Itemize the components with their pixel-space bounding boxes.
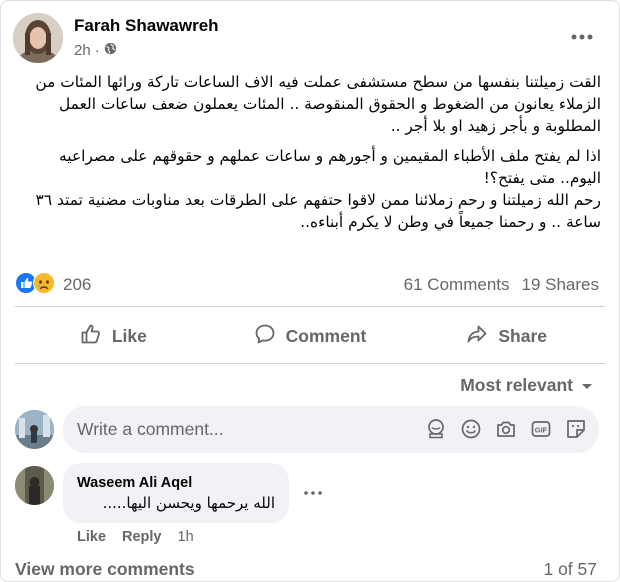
- comment-label: Comment: [285, 325, 367, 346]
- thumbs-up-icon: [80, 323, 102, 350]
- comment-like-link[interactable]: Like: [77, 529, 106, 545]
- avatar-sticker-icon[interactable]: [425, 418, 447, 440]
- comments-pager: 1 of 57: [543, 559, 597, 579]
- like-label: Like: [111, 325, 147, 346]
- sort-label: Most relevant: [460, 375, 573, 395]
- comment-time[interactable]: 1h: [178, 529, 194, 545]
- gif-icon[interactable]: GIF: [530, 418, 552, 440]
- comments-count[interactable]: 61 Comments: [404, 275, 510, 295]
- share-arrow-icon: [466, 323, 488, 350]
- separator-dot: ·: [94, 42, 100, 59]
- comment-button[interactable]: Comment: [212, 313, 409, 359]
- reactions-summary[interactable]: 206: [15, 271, 91, 299]
- reaction-count[interactable]: 206: [63, 275, 91, 295]
- post-header: Farah Shawawreh 2h ·: [13, 13, 607, 67]
- view-more-comments-link[interactable]: View more comments: [15, 559, 195, 580]
- post-meta: 2h ·: [74, 42, 117, 59]
- comment-actions: Like Reply 1h: [77, 529, 194, 545]
- composer-tools: GIF: [425, 418, 587, 440]
- engagement-counts: 61 Comments 19 Shares: [404, 275, 599, 295]
- svg-text:GIF: GIF: [535, 426, 548, 435]
- share-button[interactable]: Share: [408, 313, 605, 359]
- comment-reply-link[interactable]: Reply: [122, 529, 162, 545]
- sad-icon: [33, 271, 55, 299]
- sticker-icon[interactable]: [565, 418, 587, 440]
- share-label: Share: [498, 325, 547, 346]
- camera-icon[interactable]: [495, 418, 517, 440]
- comment-text: الله يرحمها ويحسن اليها.....: [102, 494, 275, 512]
- comment-input[interactable]: [77, 419, 377, 440]
- action-bar: Like Comment Share: [15, 313, 605, 359]
- like-button[interactable]: Like: [15, 313, 212, 359]
- divider: [15, 363, 605, 364]
- comment-composer: GIF: [63, 406, 599, 453]
- my-avatar[interactable]: [15, 410, 54, 449]
- commenter-avatar[interactable]: [15, 466, 54, 505]
- author-avatar[interactable]: [13, 13, 63, 63]
- comment-bubble: Waseem Ali Aqel الله يرحمها ويحسن اليها.…: [63, 463, 289, 523]
- shares-count[interactable]: 19 Shares: [522, 275, 600, 295]
- globe-icon: [104, 42, 117, 59]
- emoji-icon[interactable]: [460, 418, 482, 440]
- post-options-button[interactable]: [567, 25, 597, 49]
- caret-down-icon: [581, 375, 593, 396]
- post-time[interactable]: 2h: [74, 42, 91, 59]
- post-card: Farah Shawawreh 2h · القت زميلتنا بنفسها…: [0, 0, 620, 582]
- post-paragraph-2: اذا لم يفتح ملف الأطباء المقيمين و أجوره…: [35, 147, 601, 231]
- divider: [15, 306, 605, 307]
- post-body: القت زميلتنا بنفسها من سطح مستشفى عملت ف…: [15, 71, 601, 233]
- author-name[interactable]: Farah Shawawreh: [74, 16, 219, 36]
- post-paragraph-1: القت زميلتنا بنفسها من سطح مستشفى عملت ف…: [35, 73, 601, 135]
- speech-bubble-icon: [254, 323, 276, 350]
- commenter-name[interactable]: Waseem Ali Aqel: [77, 475, 192, 491]
- comment-options-button[interactable]: [303, 485, 323, 501]
- post-stats: 206 61 Comments 19 Shares: [15, 271, 599, 299]
- comment-sort-dropdown[interactable]: Most relevant: [460, 375, 593, 396]
